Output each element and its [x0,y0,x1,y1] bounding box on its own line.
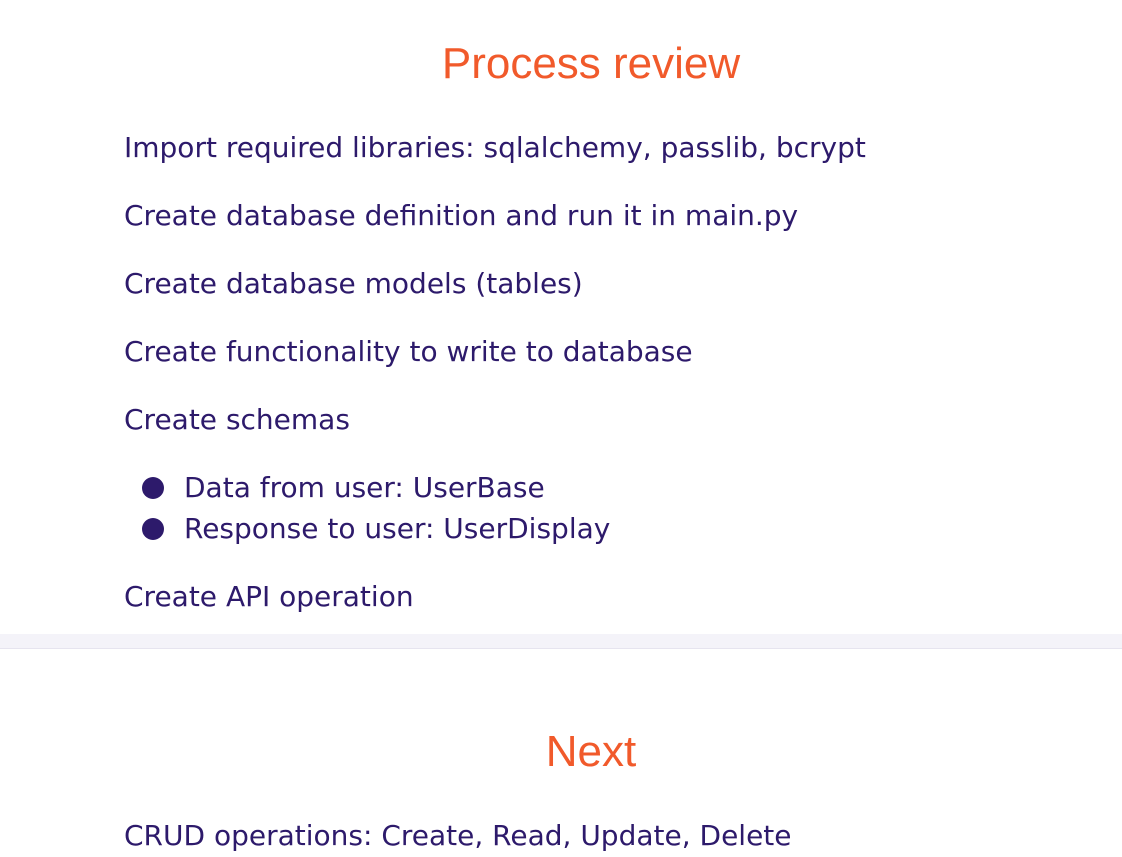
list-item: Import required libraries: sqlalchemy, p… [124,131,866,164]
list-item: Create database models (tables) [124,267,583,300]
list-item: Create functionality to write to databas… [124,335,693,368]
slide-process-review: Process review Import required libraries… [0,0,1122,634]
list-item: Create schemas [124,403,350,436]
sub-list-item-text: Data from user: UserBase [184,471,545,504]
slide-next: Next CRUD operations: Create, Read, Upda… [0,649,1122,857]
list-item: Create API operation [124,580,414,613]
bullet-icon [142,518,164,540]
list-item: Create database definition and run it in… [124,199,799,232]
bullet-icon [142,477,164,499]
sub-list-item-text: Response to user: UserDisplay [184,512,611,545]
slide-title: Next [545,727,637,776]
list-item: CRUD operations: Create, Read, Update, D… [124,819,792,852]
slide-title: Process review [441,39,741,88]
slide-separator [0,634,1122,649]
